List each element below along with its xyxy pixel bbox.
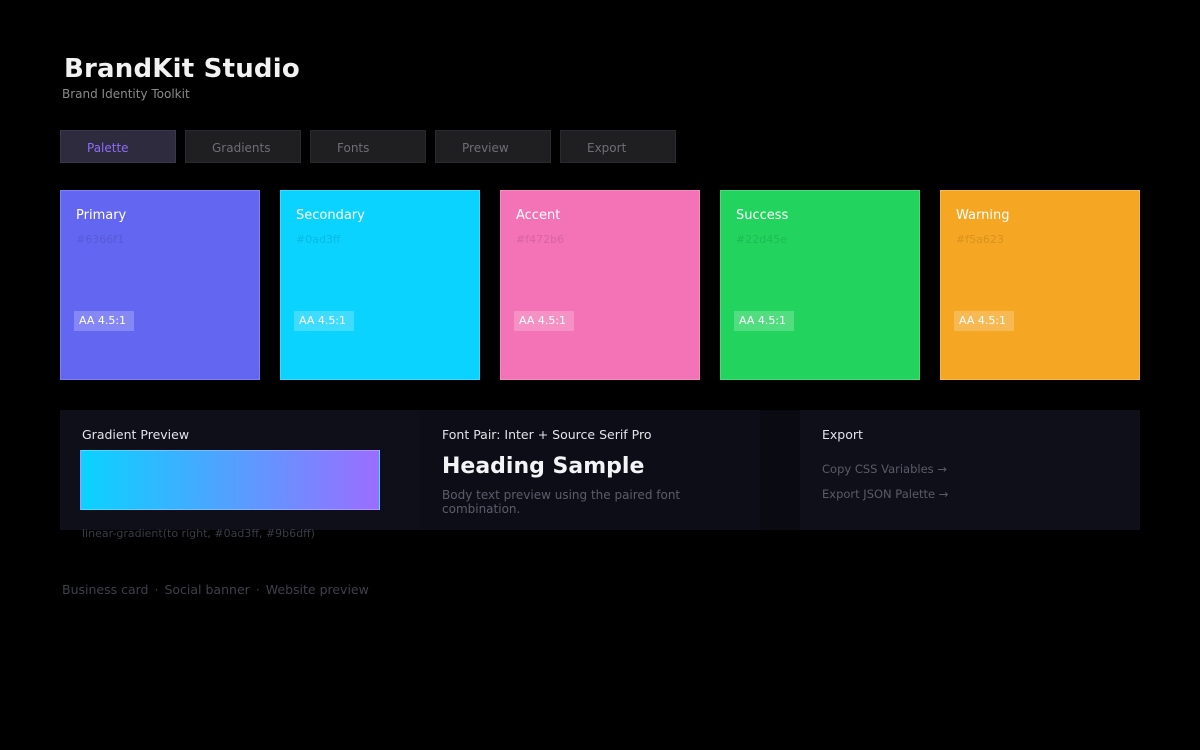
social-banner-link[interactable]: Social banner (164, 582, 249, 597)
swatch-name: Primary (76, 208, 127, 223)
swatch-hex: #22d45e (736, 233, 787, 246)
arrow-right-icon: → (938, 487, 949, 501)
gradient-bar[interactable] (80, 450, 380, 510)
swatch-primary[interactable]: Primary #6366f1 AA 4.5:1 (60, 190, 260, 380)
link-label: Copy CSS Variables (822, 462, 934, 476)
swatch-name: Success (736, 208, 789, 223)
website-preview-link[interactable]: Website preview (266, 582, 369, 597)
contrast-badge: AA 4.5:1 (954, 311, 1014, 331)
swatch-name: Accent (516, 208, 561, 223)
body-sample: Body text preview using the paired font … (442, 488, 681, 516)
swatch-name: Warning (956, 208, 1010, 223)
tab-gradients[interactable]: Gradients (185, 130, 301, 163)
separator: · (255, 582, 260, 597)
app-subtitle: Brand Identity Toolkit (62, 87, 190, 101)
panel-gap (760, 410, 800, 530)
separator: · (154, 582, 159, 597)
tab-export[interactable]: Export (560, 130, 676, 163)
swatch-secondary[interactable]: Secondary #0ad3ff AA 4.5:1 (280, 190, 480, 380)
business-card-link[interactable]: Business card (62, 582, 148, 597)
contrast-badge: AA 4.5:1 (294, 311, 354, 331)
preview-links: Business card · Social banner · Website prev… (62, 582, 369, 597)
font-pair-panel: Font Pair: Inter + Source Serif Pro Head… (420, 410, 760, 530)
swatch-success[interactable]: Success #22d45e AA 4.5:1 (720, 190, 920, 380)
tab-palette[interactable]: Palette (60, 130, 176, 163)
export-panel-label: Export (822, 427, 863, 442)
swatch-warning[interactable]: Warning #f5a623 AA 4.5:1 (940, 190, 1140, 380)
font-panel-label: Font Pair: Inter + Source Serif Pro (442, 427, 652, 442)
heading-sample: Heading Sample (442, 454, 645, 479)
app-title: BrandKit Studio (64, 54, 300, 84)
swatch-hex: #f472b6 (516, 233, 565, 246)
swatch-hex: #f5a623 (956, 233, 1004, 246)
gradient-code: linear-gradient(to right, #0ad3ff, #9b6d… (82, 527, 315, 540)
swatch-accent[interactable]: Accent #f472b6 AA 4.5:1 (500, 190, 700, 380)
arrow-right-icon: → (937, 462, 947, 476)
swatch-hex: #0ad3ff (296, 233, 341, 246)
export-json-palette-link[interactable]: Export JSON Palette → (822, 487, 948, 501)
export-panel: Export Copy CSS Variables → Export JSON … (800, 410, 1140, 530)
tab-fonts[interactable]: Fonts (310, 130, 426, 163)
copy-css-variables-link[interactable]: Copy CSS Variables → (822, 462, 947, 476)
contrast-badge: AA 4.5:1 (734, 311, 794, 331)
swatch-name: Secondary (296, 208, 365, 223)
swatch-hex: #6366f1 (76, 233, 125, 246)
gradient-preview-panel: Gradient Preview (60, 410, 420, 530)
gradient-panel-label: Gradient Preview (82, 427, 190, 442)
contrast-badge: AA 4.5:1 (74, 311, 134, 331)
tab-preview[interactable]: Preview (435, 130, 551, 163)
contrast-badge: AA 4.5:1 (514, 311, 574, 331)
link-label: Export JSON Palette (822, 487, 936, 501)
